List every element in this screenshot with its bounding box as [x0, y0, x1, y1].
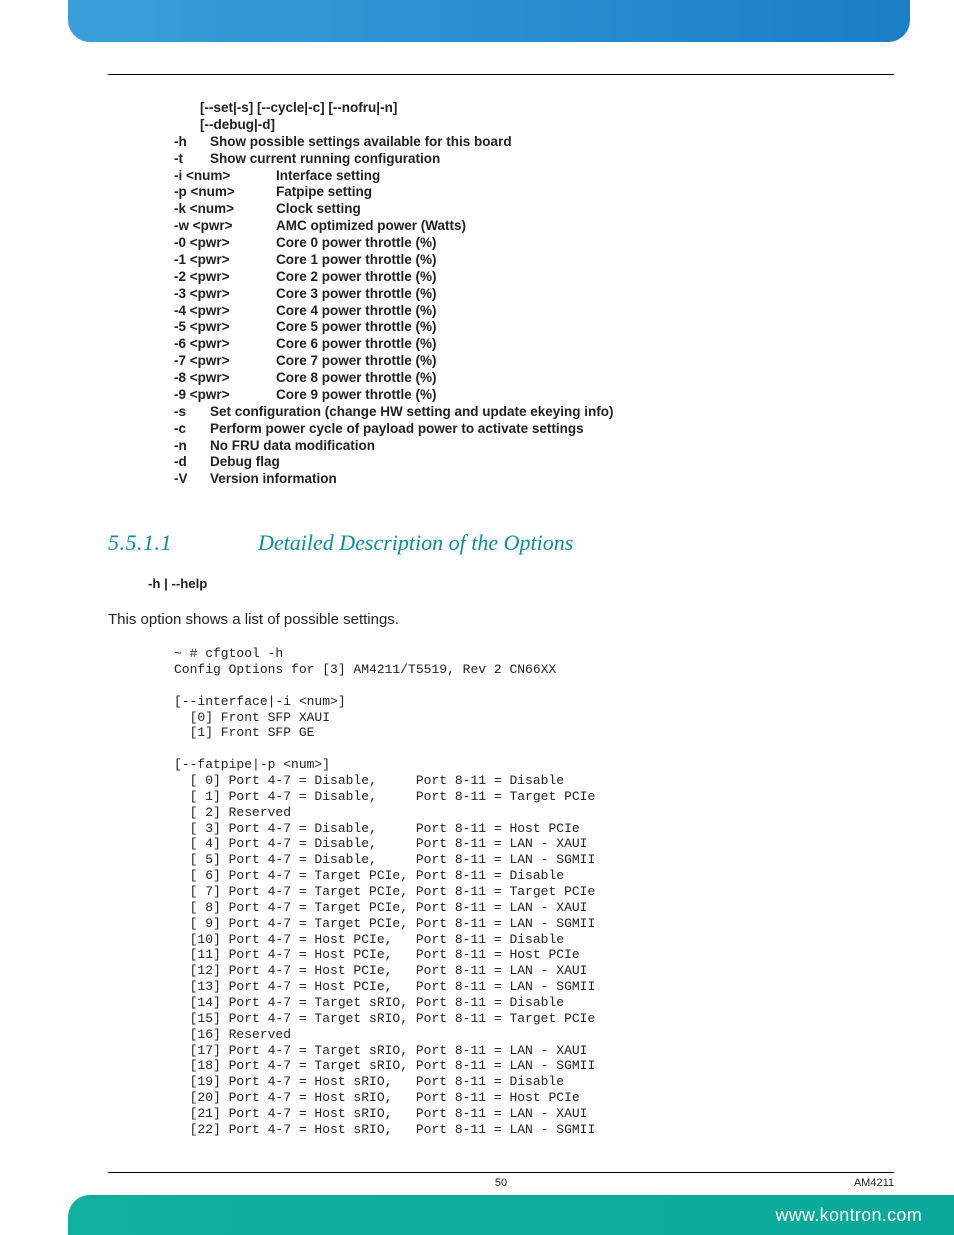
- option-desc: AMC optimized power (Watts): [276, 218, 466, 235]
- option-desc: Perform power cycle of payload power to …: [210, 421, 584, 438]
- page-number: 50: [495, 1177, 507, 1189]
- footer-url: www.kontron.com: [775, 1205, 922, 1226]
- option-flag: -0 <pwr>: [174, 235, 276, 252]
- option-row: -7 <pwr>Core 7 power throttle (%): [174, 353, 894, 370]
- option-desc: Interface setting: [276, 168, 380, 185]
- header-rule: [108, 74, 894, 75]
- option-desc: Clock setting: [276, 201, 361, 218]
- option-flag: -c: [174, 421, 210, 438]
- option-row: -nNo FRU data modification: [174, 438, 894, 455]
- option-flag: -2 <pwr>: [174, 269, 276, 286]
- option-flag: -4 <pwr>: [174, 303, 276, 320]
- option-row: -k <num>Clock setting: [174, 201, 894, 218]
- help-description: This option shows a list of possible set…: [108, 611, 894, 628]
- option-desc: Core 7 power throttle (%): [276, 353, 437, 370]
- option-flag: -d: [174, 454, 210, 471]
- option-flag: -w <pwr>: [174, 218, 276, 235]
- option-row: -2 <pwr>Core 2 power throttle (%): [174, 269, 894, 286]
- option-flag: -3 <pwr>: [174, 286, 276, 303]
- option-row: -8 <pwr>Core 8 power throttle (%): [174, 370, 894, 387]
- option-row: -sSet configuration (change HW setting a…: [174, 404, 894, 421]
- option-flag: -V: [174, 471, 210, 488]
- option-row: -p <num>Fatpipe setting: [174, 184, 894, 201]
- option-group-line: [--set|-s] [--cycle|-c] [--nofru|-n]: [200, 100, 894, 117]
- option-row: -1 <pwr>Core 1 power throttle (%): [174, 252, 894, 269]
- top-banner: [68, 0, 910, 42]
- section-heading: 5.5.1.1 Detailed Description of the Opti…: [108, 530, 894, 556]
- bottom-banner: www.kontron.com: [68, 1195, 954, 1235]
- option-flag: -p <num>: [174, 184, 276, 201]
- section-number: 5.5.1.1: [108, 530, 258, 556]
- option-flag: -i <num>: [174, 168, 276, 185]
- option-desc: Version information: [210, 471, 337, 488]
- option-row: -i <num>Interface setting: [174, 168, 894, 185]
- option-flag: -h: [174, 134, 210, 151]
- option-flag: -s: [174, 404, 210, 421]
- option-desc: Fatpipe setting: [276, 184, 372, 201]
- section-title: Detailed Description of the Options: [258, 530, 573, 556]
- option-desc: Core 1 power throttle (%): [276, 252, 437, 269]
- option-desc: Core 0 power throttle (%): [276, 235, 437, 252]
- option-row: -dDebug flag: [174, 454, 894, 471]
- footer-rule: [108, 1172, 894, 1173]
- option-row: -VVersion information: [174, 471, 894, 488]
- option-desc: Core 6 power throttle (%): [276, 336, 437, 353]
- option-desc: Set configuration (change HW setting and…: [210, 404, 614, 421]
- option-desc: Core 2 power throttle (%): [276, 269, 437, 286]
- option-flag: -k <num>: [174, 201, 276, 218]
- option-row: -6 <pwr>Core 6 power throttle (%): [174, 336, 894, 353]
- footer-product: AM4211: [854, 1177, 894, 1189]
- options-block: [--set|-s] [--cycle|-c] [--nofru|-n] [--…: [108, 100, 894, 488]
- option-row: -5 <pwr>Core 5 power throttle (%): [174, 319, 894, 336]
- option-flag: -t: [174, 151, 210, 168]
- option-row: -w <pwr>AMC optimized power (Watts): [174, 218, 894, 235]
- page: [--set|-s] [--cycle|-c] [--nofru|-n] [--…: [0, 0, 954, 1235]
- option-row: -tShow current running configuration: [174, 151, 894, 168]
- option-row: -9 <pwr>Core 9 power throttle (%): [174, 387, 894, 404]
- option-desc: Debug flag: [210, 454, 280, 471]
- option-row: -3 <pwr>Core 3 power throttle (%): [174, 286, 894, 303]
- option-desc: Core 5 power throttle (%): [276, 319, 437, 336]
- option-desc: Core 9 power throttle (%): [276, 387, 437, 404]
- option-row: -cPerform power cycle of payload power t…: [174, 421, 894, 438]
- option-desc: Show possible settings available for thi…: [210, 134, 512, 151]
- option-group-line: [--debug|-d]: [200, 117, 894, 134]
- option-row: -hShow possible settings available for t…: [174, 134, 894, 151]
- help-flag-label: -h | --help: [108, 576, 894, 591]
- content: [--set|-s] [--cycle|-c] [--nofru|-n] [--…: [108, 100, 894, 1138]
- option-flag: -n: [174, 438, 210, 455]
- option-row: -0 <pwr>Core 0 power throttle (%): [174, 235, 894, 252]
- option-flag: -8 <pwr>: [174, 370, 276, 387]
- option-flag: -6 <pwr>: [174, 336, 276, 353]
- option-desc: Core 8 power throttle (%): [276, 370, 437, 387]
- option-flag: -5 <pwr>: [174, 319, 276, 336]
- option-row: -4 <pwr>Core 4 power throttle (%): [174, 303, 894, 320]
- option-desc: Core 3 power throttle (%): [276, 286, 437, 303]
- code-block: ~ # cfgtool -h Config Options for [3] AM…: [108, 646, 894, 1138]
- footer-text: 50 AM4211: [108, 1177, 894, 1189]
- option-flag: -7 <pwr>: [174, 353, 276, 370]
- option-desc: Show current running configuration: [210, 151, 440, 168]
- option-desc: Core 4 power throttle (%): [276, 303, 437, 320]
- option-flag: -1 <pwr>: [174, 252, 276, 269]
- option-desc: No FRU data modification: [210, 438, 375, 455]
- option-flag: -9 <pwr>: [174, 387, 276, 404]
